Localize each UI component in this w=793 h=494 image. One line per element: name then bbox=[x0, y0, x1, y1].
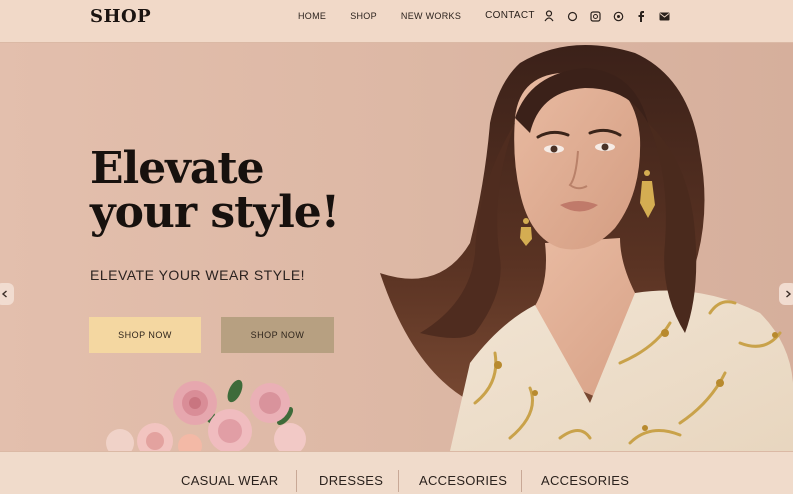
model-image bbox=[380, 45, 793, 451]
category-divider bbox=[521, 470, 522, 492]
nav-new-works[interactable]: NEW WORKS bbox=[401, 10, 461, 22]
search-icon[interactable] bbox=[565, 9, 579, 23]
main-nav: HOME SHOP NEW WORKS CONTACT bbox=[298, 10, 553, 22]
facebook-icon[interactable] bbox=[634, 9, 648, 23]
user-icon[interactable] bbox=[542, 9, 556, 23]
instagram-icon[interactable] bbox=[611, 9, 625, 23]
header-icons bbox=[542, 9, 680, 23]
category-casual-wear[interactable]: CASUAL WEAR bbox=[181, 473, 278, 488]
logo[interactable]: SHOP bbox=[90, 6, 151, 27]
shop-now-secondary-button[interactable]: SHOP NOW bbox=[221, 317, 334, 353]
flowers-decoration bbox=[106, 379, 306, 451]
pinterest-icon[interactable] bbox=[588, 9, 602, 23]
category-divider bbox=[398, 470, 399, 492]
nav-home[interactable]: HOME bbox=[298, 10, 326, 22]
nav-contact[interactable]: CONTACT bbox=[485, 10, 535, 22]
headline-line-2: your style! bbox=[90, 187, 340, 238]
category-divider bbox=[296, 470, 297, 492]
chevron-right-icon bbox=[786, 290, 792, 298]
category-accessories-2[interactable]: ACCESORIES bbox=[541, 473, 629, 488]
hero-banner: Elevate your style! ELEVATE YOUR WEAR ST… bbox=[0, 43, 793, 451]
carousel-prev-button[interactable] bbox=[0, 283, 14, 305]
category-bar: CASUAL WEAR DRESSES ACCESORIES ACCESORIE… bbox=[0, 451, 793, 494]
nav-shop[interactable]: SHOP bbox=[350, 10, 377, 22]
shop-now-primary-button[interactable]: SHOP NOW bbox=[89, 317, 201, 353]
category-accessories-1[interactable]: ACCESORIES bbox=[419, 473, 507, 488]
hero-subheading: ELEVATE YOUR WEAR STYLE! bbox=[90, 267, 306, 283]
top-header: SHOP HOME SHOP NEW WORKS CONTACT bbox=[0, 0, 793, 43]
category-dresses[interactable]: DRESSES bbox=[319, 473, 383, 488]
hero-headline: Elevate your style! bbox=[90, 143, 340, 238]
carousel-next-button[interactable] bbox=[779, 283, 793, 305]
mail-icon[interactable] bbox=[657, 9, 671, 23]
headline-line-1: Elevate bbox=[90, 143, 265, 194]
chevron-left-icon bbox=[1, 290, 7, 298]
